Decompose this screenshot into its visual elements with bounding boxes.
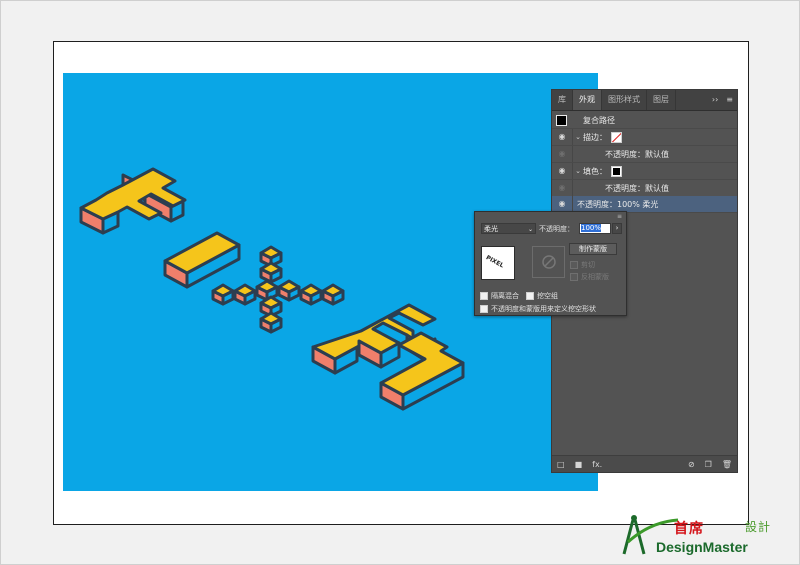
popup-menu-icon[interactable]: ≡ bbox=[617, 213, 622, 220]
add-stroke-icon[interactable]: □ bbox=[552, 460, 570, 469]
isolate-blending-label: 隔离混合 bbox=[491, 292, 519, 300]
opacity-input[interactable]: 100% bbox=[579, 223, 611, 234]
no-mask-icon bbox=[541, 255, 556, 269]
eye-icon[interactable]: ◉ bbox=[552, 146, 573, 162]
stroke-opacity-row[interactable]: ◉ 不透明度：默认值 bbox=[552, 146, 737, 163]
logo-chinese-main: 首席 bbox=[674, 521, 704, 537]
fill-label: 填色： bbox=[583, 166, 607, 176]
fill-row[interactable]: ◉ ⌄ 填色： bbox=[552, 163, 737, 180]
blend-mode-value: 柔光 bbox=[484, 225, 498, 233]
twirl-down-icon[interactable]: ⌄ bbox=[573, 133, 583, 141]
panel-bottom-toolbar: □ ■ fx. ⊘ ❐ 🗑 bbox=[552, 455, 737, 472]
fill-swatch[interactable] bbox=[611, 165, 622, 177]
stroke-opacity-label[interactable]: 不透明度：默认值 bbox=[605, 149, 669, 160]
opacity-mask-define-checkbox[interactable]: 不透明度和蒙版用来定义挖空形状 bbox=[480, 304, 596, 314]
stroke-row[interactable]: ◉ ⌄ 描边： bbox=[552, 129, 737, 146]
eye-icon[interactable]: ◉ bbox=[552, 163, 573, 179]
checkbox-box bbox=[570, 261, 578, 269]
object-opacity-label[interactable]: 不透明度：100% 柔光 bbox=[577, 199, 658, 210]
letter-f bbox=[79, 167, 187, 235]
panel-overflow-icon[interactable]: ›› bbox=[708, 90, 722, 110]
checkbox-box bbox=[526, 292, 534, 300]
eye-icon[interactable]: ◉ bbox=[552, 180, 573, 196]
eye-icon[interactable]: ◉ bbox=[552, 129, 573, 145]
checkbox-box bbox=[570, 273, 578, 281]
panel-tab-bar: 库 外观 图形样式 图层 ›› ≡ bbox=[552, 90, 737, 111]
fill-opacity-label[interactable]: 不透明度：默认值 bbox=[605, 183, 669, 194]
invert-mask-checkbox[interactable]: 反相蒙版 bbox=[570, 272, 609, 282]
knockout-group-checkbox[interactable]: 挖空组 bbox=[526, 291, 558, 301]
eye-icon[interactable]: ◉ bbox=[552, 196, 573, 212]
stroke-swatch[interactable] bbox=[611, 131, 622, 143]
object-type-label: 复合路径 bbox=[583, 115, 615, 125]
delete-icon[interactable]: 🗑 bbox=[717, 460, 737, 469]
tab-appearance[interactable]: 外观 bbox=[573, 90, 602, 110]
object-thumbnail-preview: PIXEL bbox=[481, 246, 515, 280]
clip-label: 剪切 bbox=[581, 261, 595, 269]
fill-opacity-row[interactable]: ◉ 不透明度：默认值 bbox=[552, 180, 737, 197]
checkbox-box bbox=[480, 305, 488, 313]
tab-spacer bbox=[676, 90, 708, 110]
knockout-group-label: 挖空组 bbox=[537, 292, 558, 300]
duplicate-icon[interactable]: ❐ bbox=[700, 460, 717, 469]
thumb-pixel-art: PIXEL bbox=[485, 254, 505, 269]
object-thumbnail bbox=[556, 114, 567, 126]
appearance-header-row[interactable]: 复合路径 bbox=[552, 112, 737, 129]
invert-mask-label: 反相蒙版 bbox=[581, 273, 609, 281]
tab-graphic-styles[interactable]: 图形样式 bbox=[602, 90, 647, 110]
panel-menu-icon[interactable]: ≡ bbox=[722, 90, 737, 110]
logo-chinese-sub: 設計 bbox=[745, 520, 772, 534]
opacity-slider-toggle[interactable]: › bbox=[612, 223, 622, 234]
opacity-mask-define-label: 不透明度和蒙版用来定义挖空形状 bbox=[491, 305, 596, 313]
letter-i bbox=[163, 231, 241, 289]
clear-icon[interactable]: ⊘ bbox=[683, 460, 700, 469]
make-mask-button[interactable]: 制作蒙版 bbox=[569, 243, 617, 255]
logo-english: DesignMaster bbox=[656, 539, 748, 555]
opacity-value: 100% bbox=[581, 224, 602, 232]
tab-layers[interactable]: 图层 bbox=[647, 90, 676, 110]
chevron-down-icon: ⌄ bbox=[527, 226, 533, 233]
clip-checkbox[interactable]: 剪切 bbox=[570, 260, 595, 270]
isolate-blending-checkbox[interactable]: 隔离混合 bbox=[480, 291, 519, 301]
opacity-label: 不透明度： bbox=[539, 225, 574, 233]
add-fill-icon[interactable]: ■ bbox=[570, 460, 588, 469]
blend-mode-select[interactable]: 柔光 ⌄ bbox=[481, 223, 536, 234]
checkbox-box bbox=[480, 292, 488, 300]
transparency-popup: ≡ 柔光 ⌄ 不透明度： 100% › PIXEL 制作蒙版 剪切 反相蒙版 隔… bbox=[474, 211, 627, 316]
thumb-text: PIXEL bbox=[485, 254, 505, 269]
fx-button[interactable]: fx. bbox=[587, 460, 607, 469]
tab-libraries[interactable]: 库 bbox=[552, 90, 573, 110]
stroke-label: 描边： bbox=[583, 132, 607, 142]
mask-thumbnail[interactable] bbox=[532, 246, 565, 278]
twirl-down-icon[interactable]: ⌄ bbox=[573, 167, 583, 175]
